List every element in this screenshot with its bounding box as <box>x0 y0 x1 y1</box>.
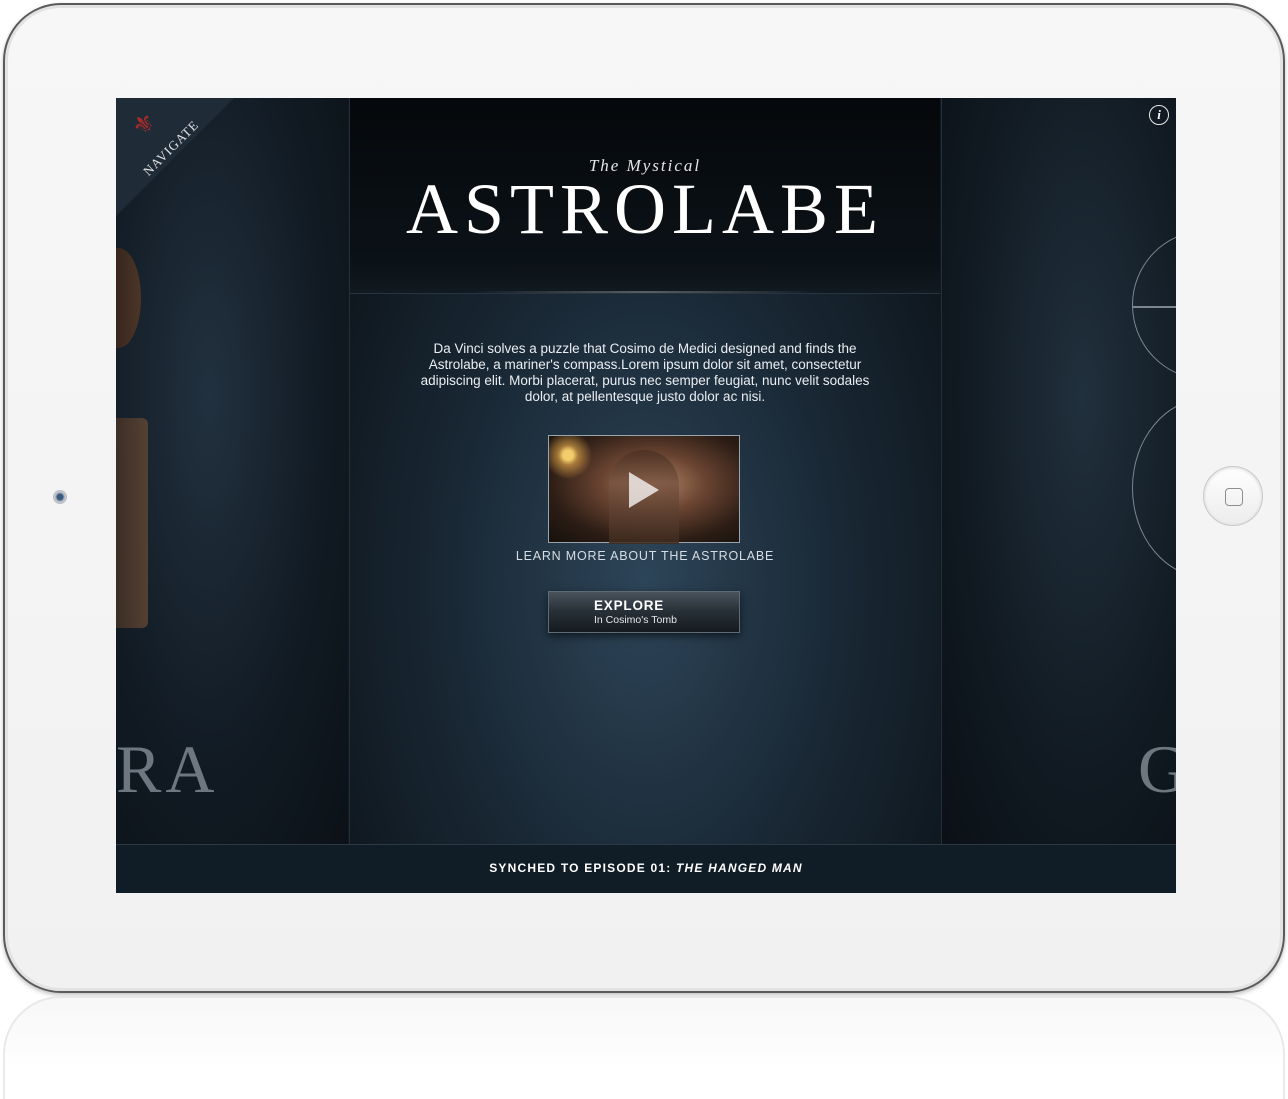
astrolabe-line-icon <box>1132 306 1176 308</box>
home-button[interactable] <box>1203 466 1263 526</box>
app-screen: RA The Mystical ASTROLABE Da Vinci solve… <box>116 98 1176 893</box>
astrolabe-ring-icon <box>1132 230 1176 380</box>
play-icon[interactable] <box>629 472 659 508</box>
episode-name: THE HANGED MAN <box>675 861 803 875</box>
center-panel: The Mystical ASTROLABE Da Vinci solves a… <box>350 98 940 844</box>
explore-button[interactable]: EXPLORE In Cosimo's Tomb <box>548 591 740 633</box>
video-thumbnail[interactable] <box>548 435 740 544</box>
left-panel-title: RA <box>116 731 219 807</box>
explore-button-label: EXPLORE <box>594 598 665 613</box>
description-text: Da Vinci solves a puzzle that Cosimo de … <box>420 341 870 404</box>
video-caption-link[interactable]: LEARN MORE ABOUT THE ASTROLABE <box>350 549 940 563</box>
episode-sync-bar: SYNCHED TO EPISODE 01: THE HANGED MAN <box>116 844 1176 893</box>
explore-button-sublabel: In Cosimo's Tomb <box>594 614 677 626</box>
stone-tablet-image <box>116 418 148 628</box>
camera-icon <box>53 490 67 504</box>
home-square-icon <box>1225 488 1243 506</box>
info-icon[interactable]: i <box>1149 105 1169 125</box>
right-panel-title: G <box>1138 731 1176 807</box>
page-title: ASTROLABE <box>405 169 885 249</box>
device-reflection <box>3 996 1285 1099</box>
astrolabe-ring-icon <box>1132 398 1176 578</box>
title-header: The Mystical ASTROLABE <box>350 98 940 294</box>
sync-prefix: SYNCHED TO EPISODE 01: <box>489 861 676 875</box>
portrait-image <box>116 248 141 348</box>
